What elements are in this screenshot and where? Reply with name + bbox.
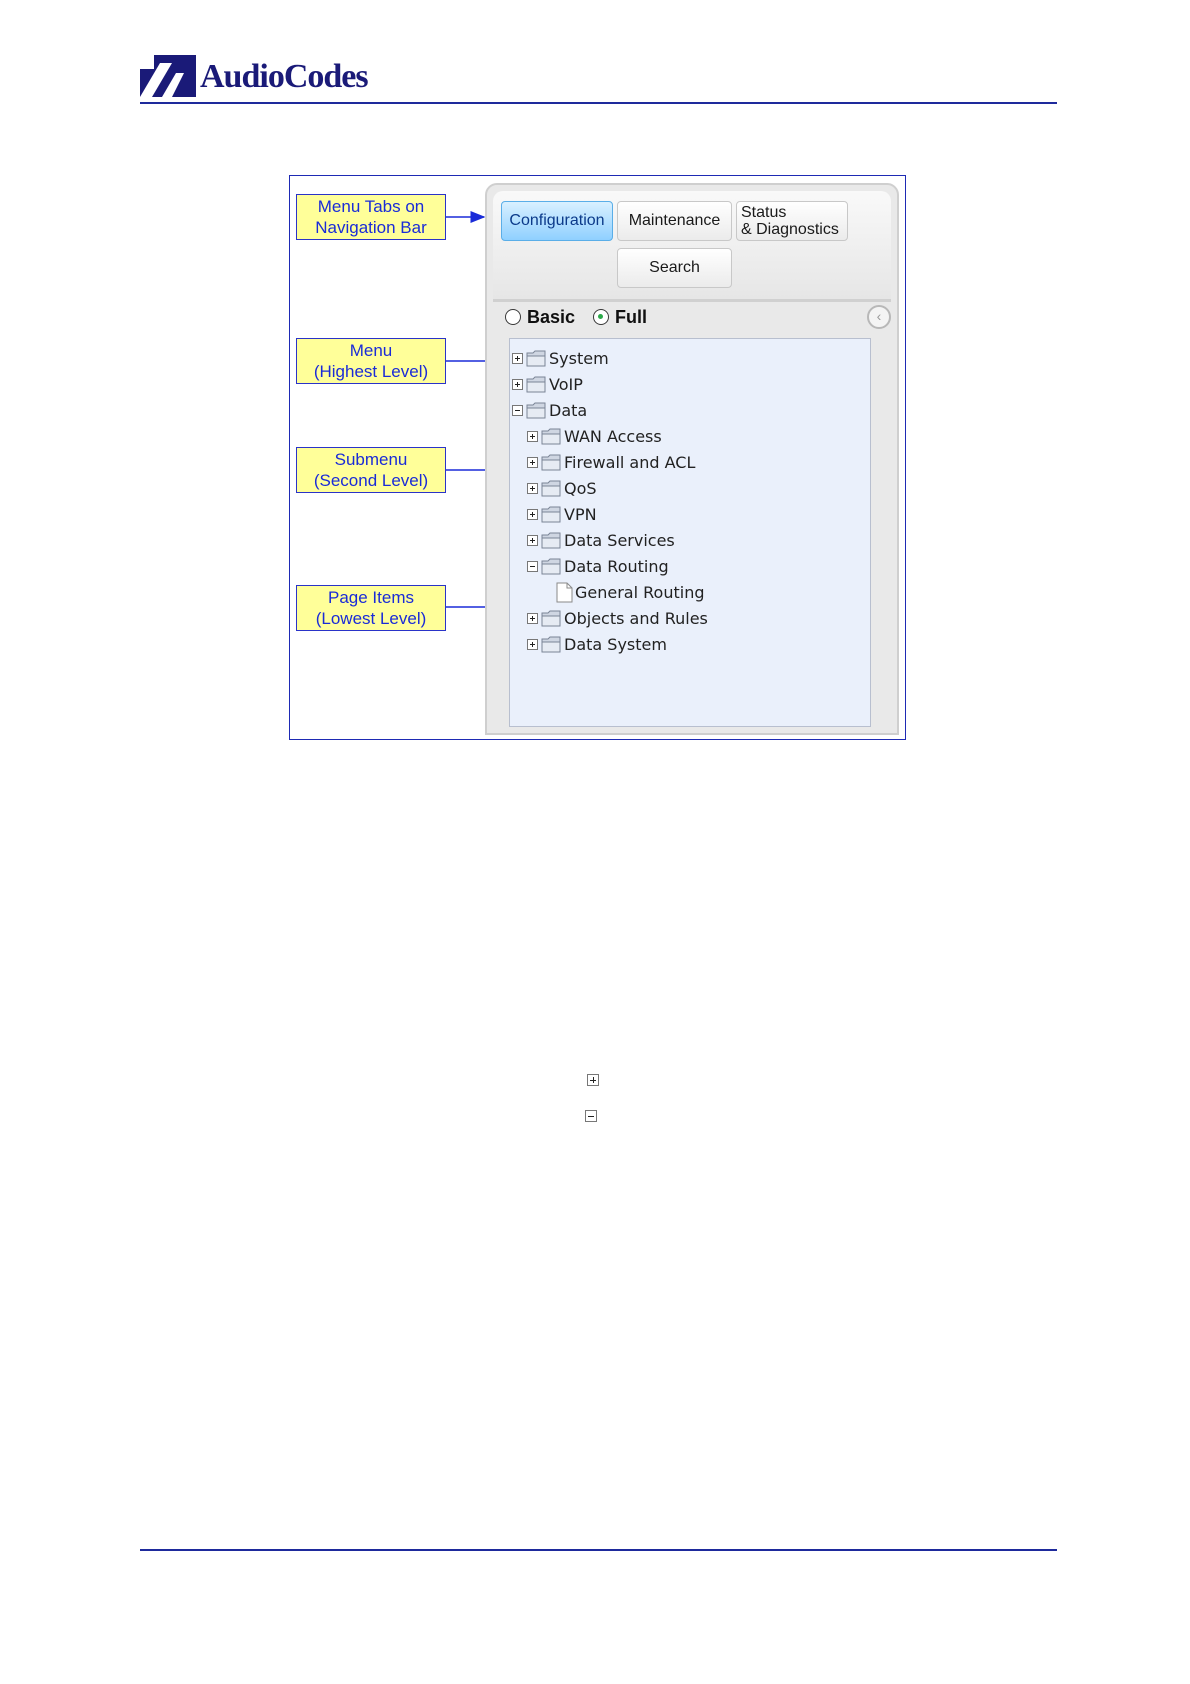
menu-tabs-bar: Configuration Maintenance Status & Diagn…: [493, 191, 891, 302]
tab-search[interactable]: Search: [617, 248, 732, 288]
expand-plus-icon[interactable]: [527, 430, 538, 442]
expand-plus-icon[interactable]: [527, 612, 538, 624]
tree-item-label: Data Services: [564, 530, 675, 550]
tree-item-general-routing[interactable]: General Routing: [540, 579, 704, 605]
tree-item-label: VPN: [564, 504, 597, 524]
tree-item-firewall-and-acl[interactable]: Firewall and ACL: [527, 449, 695, 475]
tree-item-data-services[interactable]: Data Services: [527, 527, 675, 553]
audiocodes-logo-icon: [140, 55, 196, 97]
folder-icon: [541, 610, 561, 626]
folder-icon: [541, 532, 561, 548]
tree-item-label: Objects and Rules: [564, 608, 708, 628]
mode-label-full: Full: [615, 307, 647, 327]
menu-mode-selector: Basic Full: [505, 305, 885, 333]
folder-icon: [541, 454, 561, 470]
expand-plus-icon[interactable]: [527, 534, 538, 546]
tree-item-data-routing[interactable]: Data Routing: [527, 553, 669, 579]
radio-basic[interactable]: [505, 309, 521, 325]
tree-item-label: Firewall and ACL: [564, 452, 696, 472]
tree-item-label: System: [549, 348, 609, 368]
brand-name: AudioCodes: [200, 58, 369, 95]
expand-plus-icon[interactable]: [527, 482, 538, 494]
collapse-minus-icon: [585, 1110, 597, 1122]
tab-configuration[interactable]: Configuration: [501, 201, 613, 241]
expand-plus-icon[interactable]: [527, 638, 538, 650]
expand-plus-icon: [587, 1074, 599, 1086]
collapse-minus-icon[interactable]: [527, 560, 538, 572]
tab-maintenance[interactable]: Maintenance: [617, 201, 732, 241]
collapse-minus-icon[interactable]: [512, 404, 523, 416]
tree-item-voip[interactable]: VoIP: [512, 371, 583, 397]
folder-icon: [541, 558, 561, 574]
tree-item-label: Data System: [564, 634, 667, 654]
collapse-panel-icon[interactable]: ‹: [867, 305, 891, 329]
folder-icon: [526, 350, 546, 366]
header-rule: [140, 102, 1057, 104]
tree-item-data-system[interactable]: Data System: [527, 631, 667, 657]
expand-plus-icon[interactable]: [512, 352, 523, 364]
brand-logo: AudioCodes: [140, 55, 400, 99]
footer-rule: [140, 1549, 1057, 1551]
folder-icon: [526, 376, 546, 392]
navigation-panel: Configuration Maintenance Status & Diagn…: [485, 183, 899, 735]
tree-item-label: Data: [549, 400, 588, 420]
tree-item-system[interactable]: System: [512, 345, 609, 371]
tree-item-label: QoS: [564, 478, 597, 498]
folder-icon: [541, 506, 561, 522]
navigation-tree: System VoIP Data WAN Access Firewall and ACL…: [509, 338, 871, 727]
page-icon: [556, 582, 573, 602]
expand-plus-icon[interactable]: [527, 508, 538, 520]
tab-status-diagnostics[interactable]: Status & Diagnostics: [736, 201, 848, 241]
folder-icon: [541, 428, 561, 444]
tree-item-label: WAN Access: [564, 426, 662, 446]
expand-plus-icon[interactable]: [527, 456, 538, 468]
tree-item-data[interactable]: Data: [512, 397, 587, 423]
tree-item-label: Data Routing: [564, 556, 669, 576]
tree-item-label: General Routing: [575, 582, 705, 602]
folder-icon: [541, 636, 561, 652]
navigation-figure: Menu Tabs on Navigation Bar Menu (Highes…: [289, 175, 906, 740]
radio-full[interactable]: [593, 309, 609, 325]
expand-plus-icon[interactable]: [512, 378, 523, 390]
tree-item-qos[interactable]: QoS: [527, 475, 597, 501]
mode-label-basic: Basic: [527, 307, 576, 327]
tree-item-objects-and-rules[interactable]: Objects and Rules: [527, 605, 708, 631]
tree-item-label: VoIP: [549, 374, 583, 394]
folder-icon: [541, 480, 561, 496]
folder-icon: [526, 402, 546, 418]
tree-item-wan-access[interactable]: WAN Access: [527, 423, 662, 449]
tree-item-vpn[interactable]: VPN: [527, 501, 597, 527]
